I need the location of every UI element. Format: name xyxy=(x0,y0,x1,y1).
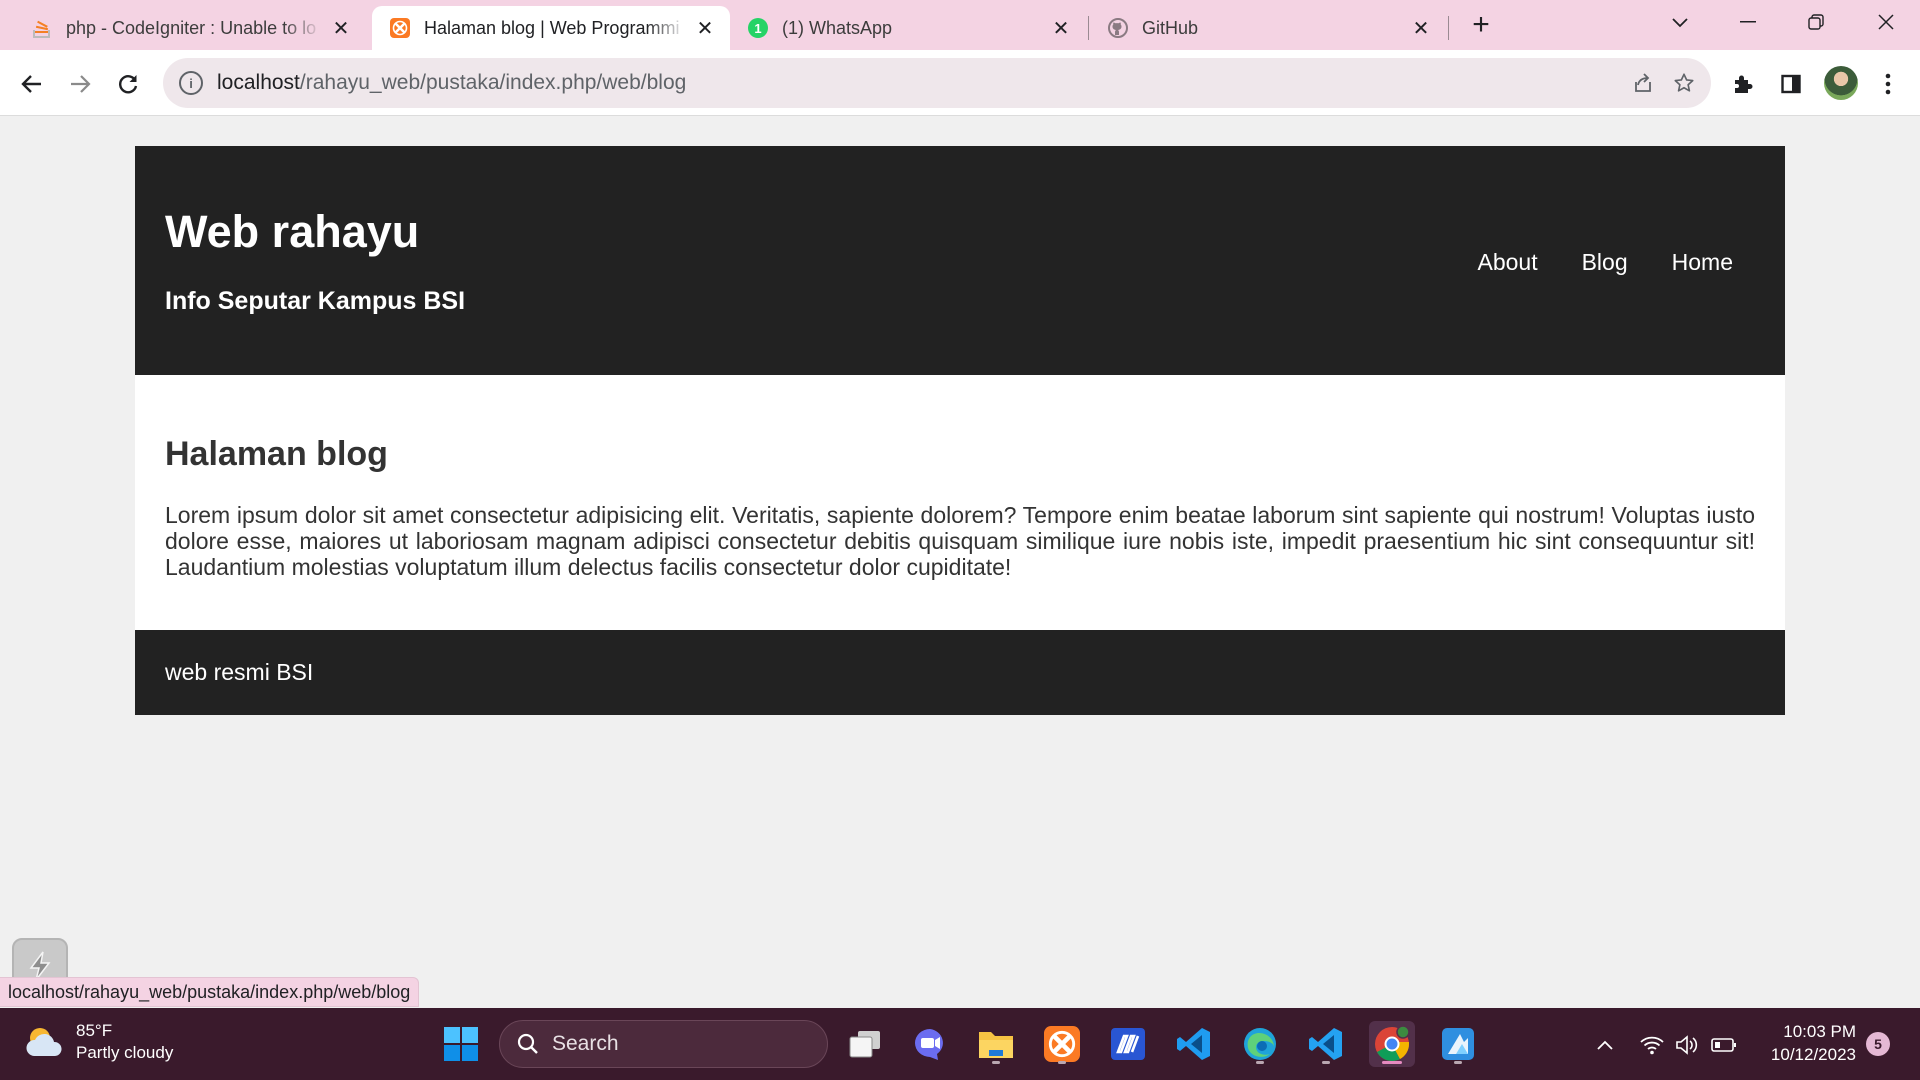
site-nav: About Blog Home xyxy=(1477,249,1733,276)
search-icon xyxy=(517,1033,538,1054)
taskbar-search[interactable]: Search xyxy=(499,1020,828,1068)
tab-title: GitHub xyxy=(1142,17,1199,38)
whatsapp-icon: 1 xyxy=(748,18,768,38)
close-icon[interactable]: ✕ xyxy=(694,17,716,40)
site-subtitle: Info Seputar Kampus BSI xyxy=(165,287,466,315)
tab-stackoverflow[interactable]: php - CodeIgniter : Unable to lo ✕ xyxy=(14,6,366,50)
site-footer: web resmi BSI xyxy=(135,630,1785,715)
system-clock[interactable]: 10:03 PM 10/12/2023 xyxy=(1752,1020,1856,1066)
new-tab-button[interactable]: + xyxy=(1466,8,1496,41)
vscode-icon[interactable] xyxy=(1171,1021,1217,1067)
browser-toolbar: i localhost/rahayu_web/pustaka/index.php… xyxy=(0,50,1920,116)
back-button[interactable] xyxy=(14,66,50,102)
running-indicator xyxy=(1256,1061,1264,1064)
weather-temp: 85°F xyxy=(76,1021,113,1040)
tab-title: php - CodeIgniter : Unable to lo xyxy=(66,17,317,38)
active-indicator xyxy=(1382,1061,1402,1064)
edge-icon[interactable] xyxy=(1237,1021,1283,1067)
tab-whatsapp[interactable]: 1 (1) WhatsApp ✕ xyxy=(730,6,1086,50)
show-hidden-icons-chevron[interactable] xyxy=(1592,1032,1618,1058)
task-view-icon[interactable] xyxy=(842,1021,888,1067)
volume-icon[interactable] xyxy=(1672,1032,1700,1058)
profile-avatar[interactable] xyxy=(1824,66,1858,100)
xampp-icon[interactable] xyxy=(1039,1021,1085,1067)
main-content: Halaman blog Lorem ipsum dolor sit amet … xyxy=(135,375,1785,630)
chat-icon[interactable] xyxy=(907,1021,953,1067)
site-info-icon[interactable]: i xyxy=(179,71,203,95)
running-indicator xyxy=(1454,1061,1462,1064)
weather-condition: Partly cloudy xyxy=(76,1043,174,1062)
whatsapp-badge: 1 xyxy=(754,21,761,36)
address-bar[interactable]: i localhost/rahayu_web/pustaka/index.php… xyxy=(163,58,1711,108)
tab-separator xyxy=(1448,16,1449,40)
status-bar-url: localhost/rahayu_web/pustaka/index.php/w… xyxy=(0,977,420,1007)
site-title: Web rahayu xyxy=(165,206,420,257)
battery-icon[interactable] xyxy=(1710,1032,1738,1058)
wifi-icon[interactable] xyxy=(1638,1032,1666,1058)
page-heading: Halaman blog xyxy=(165,435,388,473)
running-indicator xyxy=(992,1061,1000,1064)
stackoverflow-icon xyxy=(32,18,52,38)
azure-data-studio-icon[interactable] xyxy=(1435,1021,1481,1067)
search-label: Search xyxy=(552,1032,619,1055)
forward-button[interactable] xyxy=(62,66,98,102)
restore-button[interactable] xyxy=(1786,0,1846,44)
bookmark-star-icon[interactable] xyxy=(1669,68,1699,98)
body-paragraph: Lorem ipsum dolor sit amet consectetur a… xyxy=(165,502,1755,580)
tab-separator xyxy=(1088,16,1089,40)
clock-time: 10:03 PM xyxy=(1783,1022,1856,1041)
close-window-button[interactable] xyxy=(1856,0,1916,44)
close-icon[interactable]: ✕ xyxy=(1410,17,1432,40)
menu-kebab-icon[interactable] xyxy=(1870,66,1906,102)
page-viewport: Web rahayu Info Seputar Kampus BSI About… xyxy=(0,117,1920,1008)
github-icon xyxy=(1108,18,1128,38)
share-icon[interactable] xyxy=(1628,68,1658,98)
side-panel-icon[interactable] xyxy=(1773,66,1809,102)
nav-blog-link[interactable]: Blog xyxy=(1582,249,1628,276)
file-explorer-icon[interactable] xyxy=(973,1021,1019,1067)
tab-title: Halaman blog | Web Programmi xyxy=(424,17,680,38)
sublime-text-icon[interactable] xyxy=(1105,1021,1151,1067)
close-icon[interactable]: ✕ xyxy=(1050,17,1072,40)
clock-date: 10/12/2023 xyxy=(1770,1045,1856,1064)
weather-widget[interactable]: 85°F Partly cloudy xyxy=(24,1020,173,1064)
tab-halaman-blog[interactable]: Halaman blog | Web Programmi ✕ xyxy=(372,6,730,50)
nav-about-link[interactable]: About xyxy=(1477,249,1537,276)
site-header: Web rahayu Info Seputar Kampus BSI About… xyxy=(135,146,1785,375)
chrome-icon[interactable] xyxy=(1369,1021,1415,1067)
running-indicator xyxy=(1058,1061,1066,1064)
vscode-icon[interactable] xyxy=(1303,1021,1349,1067)
tab-github[interactable]: GitHub ✕ xyxy=(1090,6,1446,50)
url-path: /rahayu_web/pustaka/index.php/web/blog xyxy=(299,71,687,94)
tab-title: (1) WhatsApp xyxy=(782,17,893,38)
reload-button[interactable] xyxy=(110,66,146,102)
running-indicator xyxy=(1322,1061,1330,1064)
nav-home-link[interactable]: Home xyxy=(1672,249,1733,276)
close-icon[interactable]: ✕ xyxy=(330,17,352,40)
minimize-button[interactable] xyxy=(1718,0,1778,44)
windows-start-icon[interactable] xyxy=(438,1021,484,1067)
url-text: localhost/rahayu_web/pustaka/index.php/w… xyxy=(217,71,686,95)
extensions-puzzle-icon[interactable] xyxy=(1725,66,1761,102)
tab-strip: php - CodeIgniter : Unable to lo ✕ Halam… xyxy=(0,0,1920,50)
tab-search-chevron-icon[interactable] xyxy=(1650,0,1710,44)
notification-badge[interactable]: 5 xyxy=(1866,1032,1890,1056)
site-container: Web rahayu Info Seputar Kampus BSI About… xyxy=(135,146,1785,715)
url-host: localhost xyxy=(217,71,300,94)
windows-taskbar: 85°F Partly cloudy Search 10:03 PM 10/12… xyxy=(0,1008,1920,1080)
footer-text: web resmi BSI xyxy=(165,659,314,685)
partly-cloudy-icon xyxy=(26,1028,62,1056)
xampp-icon xyxy=(390,18,410,38)
